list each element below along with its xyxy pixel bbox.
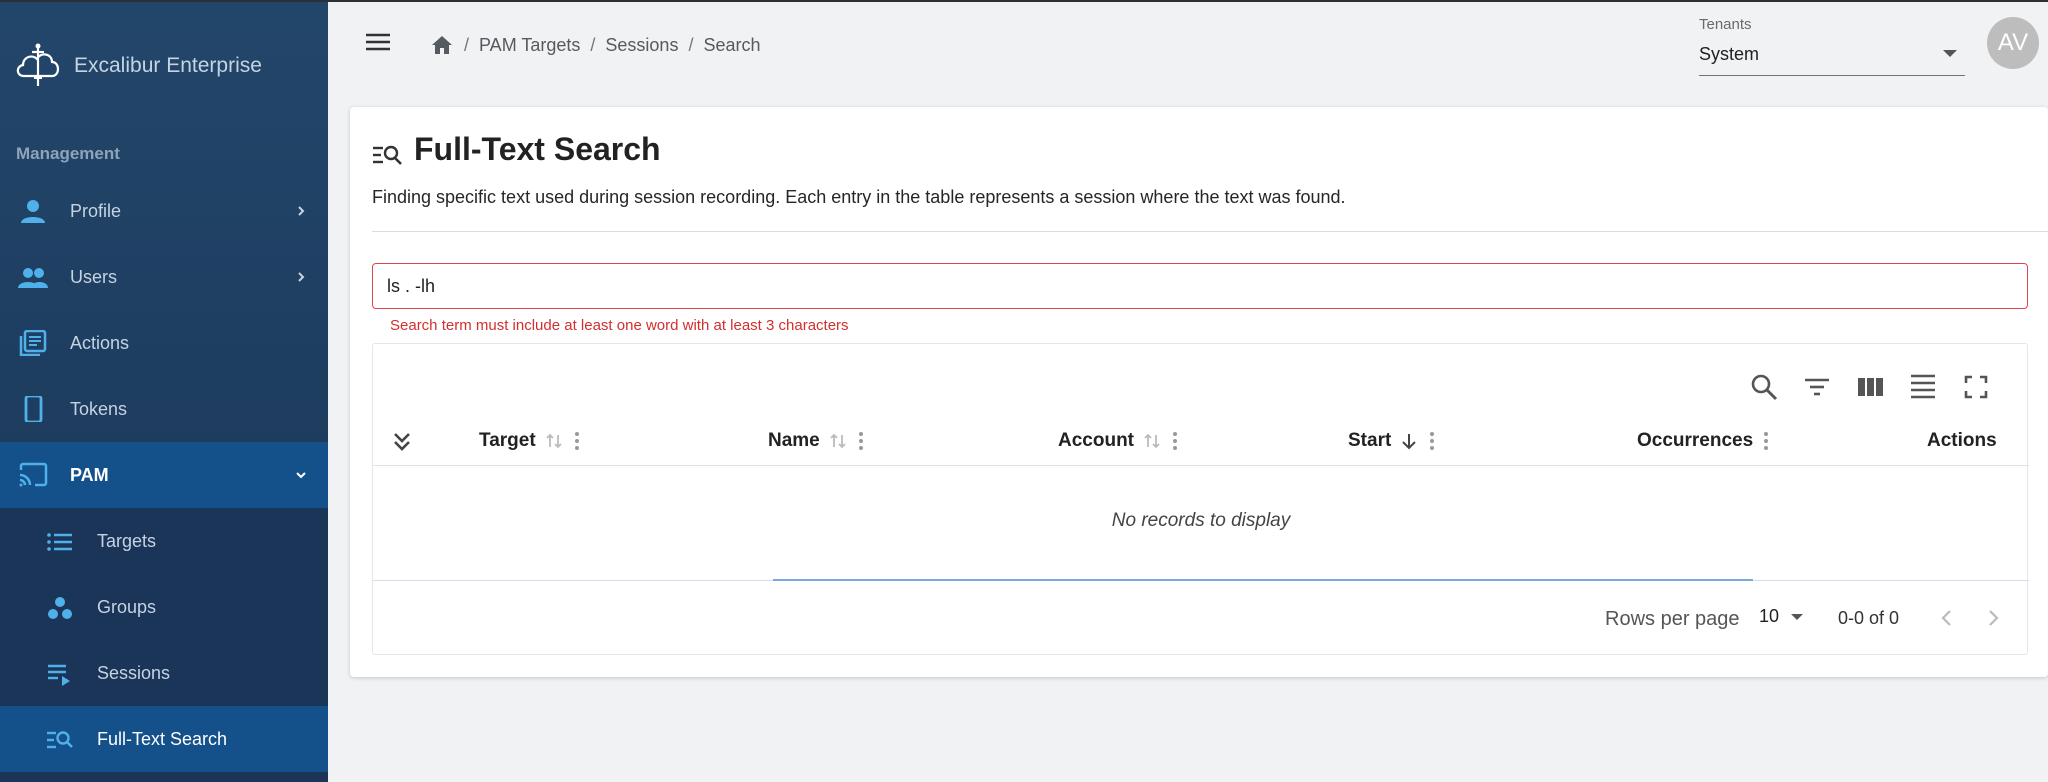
- results-table: Target Name Account Start Occurrences Ac…: [372, 343, 2029, 656]
- sidebar-item-pam[interactable]: PAM: [0, 442, 328, 508]
- people-icon: [18, 268, 48, 288]
- list-icon: [47, 533, 72, 551]
- breadcrumb-sessions[interactable]: Sessions: [605, 35, 678, 56]
- manage-search-icon: [373, 145, 402, 165]
- fullscreen-icon[interactable]: [1961, 372, 1991, 402]
- menu-icon[interactable]: [364, 30, 392, 54]
- column-header-name[interactable]: Name: [768, 430, 866, 452]
- sidebar-item-profile[interactable]: Profile: [0, 178, 328, 244]
- library-books-icon: [19, 330, 47, 356]
- search-card: Full-Text Search Finding specific text u…: [350, 107, 2048, 677]
- section-title-management: Management: [16, 144, 120, 163]
- sort-icon[interactable]: [1142, 431, 1162, 451]
- page-description: Finding specific text used during sessio…: [372, 187, 1346, 207]
- sidebar-item-label: Targets: [97, 530, 157, 551]
- dropdown-arrow-icon: [1943, 50, 1957, 57]
- sidebar-item-label: Actions: [70, 332, 130, 353]
- columns-icon[interactable]: [1855, 372, 1885, 402]
- next-page-icon[interactable]: [1981, 606, 2005, 630]
- rows-per-page-select[interactable]: 10: [1759, 606, 1804, 627]
- sidebar-item-label: Full-Text Search: [97, 728, 228, 749]
- page-title: Full-Text Search: [414, 131, 661, 167]
- more-vert-icon[interactable]: [1761, 430, 1771, 452]
- breadcrumb: / PAM Targets / Sessions / Search: [430, 34, 761, 56]
- sidebar-item-label: Tokens: [70, 398, 128, 419]
- chevron-right-icon: [298, 206, 305, 216]
- sort-icon[interactable]: [828, 431, 848, 451]
- chevron-down-icon: [296, 472, 306, 479]
- sidebar-item-label: Profile: [70, 200, 122, 221]
- person-icon: [21, 200, 45, 223]
- breadcrumb-search: Search: [703, 34, 761, 55]
- sidebar-item-users[interactable]: Users: [0, 244, 328, 310]
- column-header-actions: Actions: [1927, 430, 1997, 451]
- density-icon[interactable]: [1908, 372, 1938, 402]
- more-vert-icon[interactable]: [1170, 430, 1180, 452]
- previous-page-icon[interactable]: [1935, 606, 1959, 630]
- more-vert-icon[interactable]: [1427, 430, 1437, 452]
- sidebar-item-label: Sessions: [97, 662, 171, 683]
- sidebar-item-full-text-search[interactable]: Full-Text Search: [0, 706, 328, 772]
- search-error-text: Search term must include at least one wo…: [390, 317, 849, 334]
- divider: [372, 231, 2048, 232]
- column-header-account[interactable]: Account: [1058, 430, 1180, 452]
- more-vert-icon[interactable]: [572, 430, 582, 452]
- more-vert-icon[interactable]: [856, 430, 866, 452]
- groups-dots-icon: [48, 597, 72, 619]
- column-header-target[interactable]: Target: [479, 430, 582, 452]
- tenants-label: Tenants: [1699, 16, 1752, 33]
- rows-per-page-value: 10: [1759, 606, 1780, 626]
- rows-per-page-label: Rows per page: [1605, 608, 1740, 630]
- sidebar-item-sessions[interactable]: Sessions: [0, 640, 328, 706]
- app-name: Excalibur Enterprise: [74, 54, 262, 77]
- filter-icon[interactable]: [1802, 372, 1832, 402]
- brand[interactable]: Excalibur Enterprise: [10, 38, 262, 94]
- avatar[interactable]: AV: [1987, 17, 2039, 69]
- sidebar-item-groups[interactable]: Groups: [0, 574, 328, 640]
- sidebar-item-label: PAM: [70, 464, 109, 485]
- excalibur-logo-icon: [16, 43, 60, 86]
- expand-all-icon[interactable]: [391, 430, 413, 454]
- chevron-right-icon: [298, 272, 305, 282]
- sidebar-item-tokens[interactable]: Tokens: [0, 376, 328, 442]
- tenants-select[interactable]: Tenants System: [1699, 14, 1965, 76]
- sidebar-item-targets[interactable]: Targets: [0, 508, 328, 574]
- table-header-row: Target Name Account Start Occurrences Ac…: [373, 416, 2029, 466]
- pagination-range: 0-0 of 0: [1838, 608, 1900, 628]
- sort-icon[interactable]: [544, 431, 564, 451]
- cast-icon: [19, 462, 48, 487]
- dropdown-arrow-icon: [1791, 613, 1804, 620]
- sidebar-item-actions[interactable]: Actions: [0, 310, 328, 376]
- sort-descending-icon[interactable]: [1399, 431, 1419, 451]
- column-header-occurrences[interactable]: Occurrences: [1637, 430, 1771, 452]
- home-icon[interactable]: [430, 34, 454, 56]
- sidebar: Excalibur Enterprise Management Profile …: [0, 2, 328, 782]
- search-icon[interactable]: [1749, 372, 1779, 402]
- empty-state-text: No records to display: [1111, 510, 1291, 531]
- sidebar-item-label: Users: [70, 266, 118, 287]
- loading-bar: [773, 579, 1753, 581]
- pagination: Rows per page 10 0-0 of 0: [373, 582, 2029, 656]
- search-input[interactable]: [372, 263, 2028, 309]
- column-header-start[interactable]: Start: [1348, 430, 1437, 452]
- playlist-play-icon: [48, 664, 70, 686]
- phone-device-icon: [24, 396, 43, 422]
- manage-search-icon: [47, 731, 73, 749]
- sidebar-item-label: Groups: [97, 596, 157, 617]
- tenants-value: System: [1699, 44, 1760, 64]
- breadcrumb-pam-targets[interactable]: PAM Targets: [479, 35, 580, 56]
